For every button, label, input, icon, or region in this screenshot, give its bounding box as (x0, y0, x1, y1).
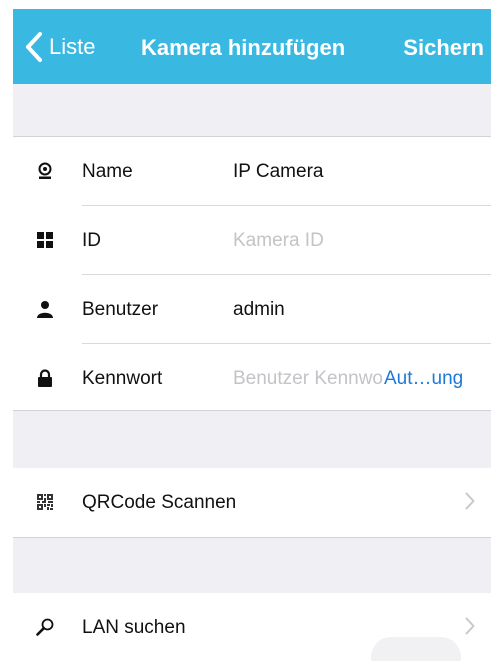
user-row[interactable]: Benutzer admin (13, 275, 491, 344)
chevron-left-icon (26, 32, 42, 62)
add-camera-screen: Liste Kamera hinzufügen Sichern Name IP … (0, 0, 491, 661)
save-button[interactable]: Sichern (403, 35, 484, 61)
password-row[interactable]: Kennwort Aut…ung (13, 344, 491, 410)
navigation-bar: Liste Kamera hinzufügen Sichern (13, 9, 491, 84)
name-field[interactable]: IP Camera (233, 161, 323, 183)
user-field[interactable]: admin (233, 299, 285, 321)
name-label: Name (82, 161, 133, 182)
user-label: Benutzer (82, 299, 159, 320)
lock-icon (35, 368, 55, 388)
qr-scan-label: QRCode Scannen (82, 492, 237, 513)
search-icon (35, 617, 55, 637)
lan-search-label: LAN suchen (82, 617, 186, 638)
section-spacer (13, 84, 491, 137)
qr-scan-row[interactable]: QRCode Scannen (13, 468, 491, 537)
section-spacer (13, 410, 491, 469)
qr-code-icon (35, 492, 55, 512)
password-field[interactable] (233, 368, 383, 390)
password-autofill-button[interactable]: Aut…ung (384, 368, 463, 390)
id-row[interactable]: ID (13, 206, 491, 275)
floating-button[interactable] (371, 637, 461, 661)
user-icon (35, 299, 55, 319)
webcam-icon (35, 161, 55, 181)
back-button[interactable]: Liste (25, 31, 95, 63)
id-field[interactable] (233, 230, 473, 252)
grid-icon (35, 230, 55, 250)
name-row[interactable]: Name IP Camera (13, 137, 491, 206)
back-button-label: Liste (49, 34, 96, 59)
page-title: Kamera hinzufügen (141, 35, 346, 60)
chevron-right-icon (465, 492, 475, 515)
password-label: Kennwort (82, 368, 163, 389)
id-label: ID (82, 230, 101, 251)
chevron-right-icon (465, 617, 475, 640)
section-spacer (13, 537, 491, 594)
